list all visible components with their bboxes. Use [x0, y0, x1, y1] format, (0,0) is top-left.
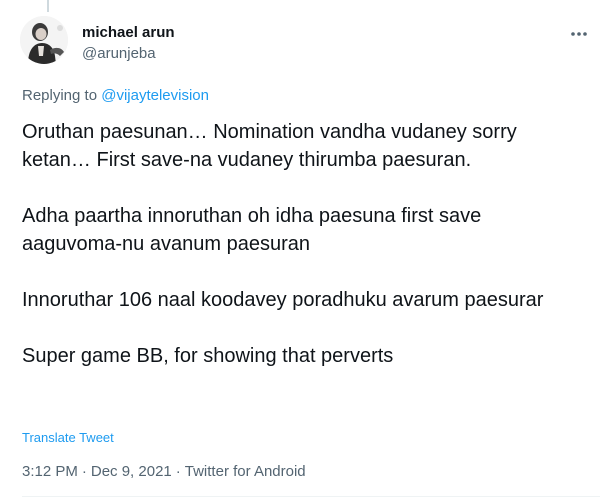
tweet-paragraph: Innoruthar 106 naal koodavey poradhuku a…: [22, 289, 544, 311]
author-handle[interactable]: @arunjeba: [82, 44, 175, 64]
tweet-date-link[interactable]: Dec 9, 2021: [91, 463, 172, 480]
replying-to-label: Replying to: [22, 87, 102, 104]
tweet-source-link[interactable]: Twitter for Android: [185, 463, 306, 480]
more-horizontal-icon: [571, 32, 587, 36]
meta-separator: ·: [175, 463, 181, 480]
author-display-name[interactable]: michael arun: [82, 24, 175, 42]
tweet-paragraph: Super game BB, for showing that perverts: [22, 345, 394, 367]
tweet-header: michael arun @arunjeba: [82, 24, 175, 64]
translate-tweet-link[interactable]: Translate Tweet: [22, 430, 114, 446]
divider: [22, 496, 600, 497]
replying-to: Replying to @vijaytelevision: [22, 86, 209, 106]
meta-separator: ·: [81, 463, 87, 480]
tweet-text: Oruthan paesunan… Nomination vandha vuda…: [22, 118, 582, 370]
tweet-time-link[interactable]: 3:12 PM: [22, 463, 78, 480]
more-options-button[interactable]: [566, 24, 592, 44]
thread-connector-line: [47, 0, 49, 12]
avatar-photo-icon: [20, 16, 68, 64]
tweet-paragraph: Adha paartha innoruthan oh idha paesuna …: [22, 205, 482, 255]
tweet-meta: 3:12 PM · Dec 9, 2021 · Twitter for Android: [22, 462, 306, 482]
avatar[interactable]: [20, 16, 68, 64]
reply-mention-link[interactable]: @vijaytelevision: [101, 87, 209, 104]
tweet-paragraph: Oruthan paesunan… Nomination vandha vuda…: [22, 121, 517, 171]
tweet: michael arun @arunjeba Replying to @vija…: [0, 0, 600, 500]
